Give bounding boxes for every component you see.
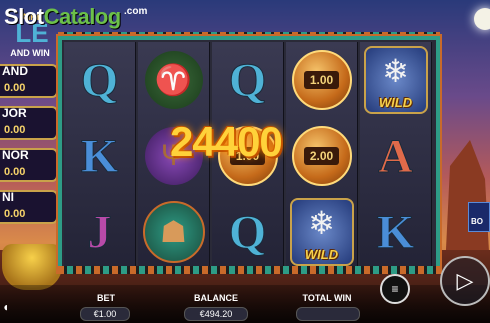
symbol-k: K (376, 205, 415, 259)
reel-4: 1.00 2.00 ❄ WILD (286, 42, 358, 270)
wild-label: WILD (304, 247, 339, 262)
reel-cell: Q (212, 42, 283, 118)
wolf-icon: ❄ (382, 53, 409, 89)
reel-cell: Q (64, 42, 135, 118)
reel-cell: 1.00 (286, 42, 357, 118)
game-subtitle: AND WIN (10, 48, 50, 58)
wild-wolf-symbol: ❄ WILD (363, 46, 428, 114)
site-logo: SlotCatalog (4, 4, 121, 30)
reel-cell: ♈ (138, 42, 209, 118)
reel-cell: A (360, 118, 431, 194)
bet-value[interactable]: €1.00 (80, 307, 130, 321)
jackpot-major: JOR 0.00 (0, 106, 58, 140)
balance-value: €494.20 (184, 307, 248, 321)
reel-cell: 2.00 (286, 118, 357, 194)
jackpot-value: 0.00 (4, 208, 26, 220)
coin-value: 2.00 (303, 147, 340, 165)
bonus-buy-label: BO (471, 217, 483, 226)
jackpot-minor: NOR 0.00 (0, 148, 58, 182)
bonus-buy-button[interactable]: BO (468, 202, 490, 232)
bottom-bar: BET €1.00 BALANCE €494.20 TOTAL WIN (0, 285, 490, 323)
logo-part1: Slot (4, 4, 44, 29)
stack-icon: ≡ (391, 282, 399, 296)
spin-button[interactable]: ▷ (440, 256, 490, 306)
moon (474, 8, 490, 30)
gold-pot-icon (2, 244, 62, 290)
jackpot-mini: NI 0.00 (0, 190, 58, 224)
wild-label: WILD (378, 95, 413, 110)
jackpot-value: 0.00 (4, 124, 26, 136)
reel-cell: ❄ WILD (360, 42, 431, 118)
symbol-k: K (80, 129, 119, 183)
lynx-icon: ☗ (142, 201, 205, 263)
logo-part2: Catalog (43, 4, 122, 29)
reel-cell: Q (212, 194, 283, 270)
jackpot-name: JOR (2, 106, 27, 120)
balance-label: BALANCE (194, 293, 238, 303)
total-win-value (296, 307, 360, 321)
jackpot-value: 0.00 (4, 82, 26, 94)
play-icon: ▷ (456, 268, 474, 293)
reel-cell: K (64, 118, 135, 194)
logo-suffix: .com (124, 6, 148, 17)
win-amount: 24400 (170, 118, 283, 165)
jackpot-grand: AND 0.00 (0, 64, 58, 98)
reel-1: QKJ (64, 42, 136, 270)
reel-cell: K (360, 194, 431, 270)
reel-cell: ☗ (138, 194, 209, 270)
reel-5: ❄ WILD A K (360, 42, 432, 270)
reel-cell: ❄ WILD (286, 194, 357, 270)
symbol-a: A (378, 129, 414, 183)
jackpot-name: NOR (2, 148, 29, 162)
coin-symbol: 2.00 (291, 126, 352, 186)
symbol-q: Q (80, 53, 119, 107)
reel-cell: J (64, 194, 135, 270)
autoplay-button[interactable]: ≡ (380, 274, 410, 304)
ram-icon: ♈ (144, 51, 203, 109)
coin-value: 1.00 (303, 71, 340, 89)
jackpot-name: NI (2, 190, 14, 204)
sound-icon[interactable]: ◖ (2, 300, 18, 316)
bet-label: BET (97, 293, 115, 303)
total-win-label: TOTAL WIN (302, 293, 352, 303)
symbol-q: Q (228, 53, 267, 107)
jackpot-name: AND (2, 64, 28, 78)
symbol-j: J (87, 205, 112, 259)
jackpot-value: 0.00 (4, 166, 26, 178)
symbol-q: Q (228, 205, 267, 259)
wolf-icon: ❄ (308, 205, 335, 241)
frame-border-bottom (58, 266, 440, 274)
wild-wolf-symbol: ❄ WILD (289, 198, 354, 266)
coin-symbol: 1.00 (291, 50, 352, 110)
